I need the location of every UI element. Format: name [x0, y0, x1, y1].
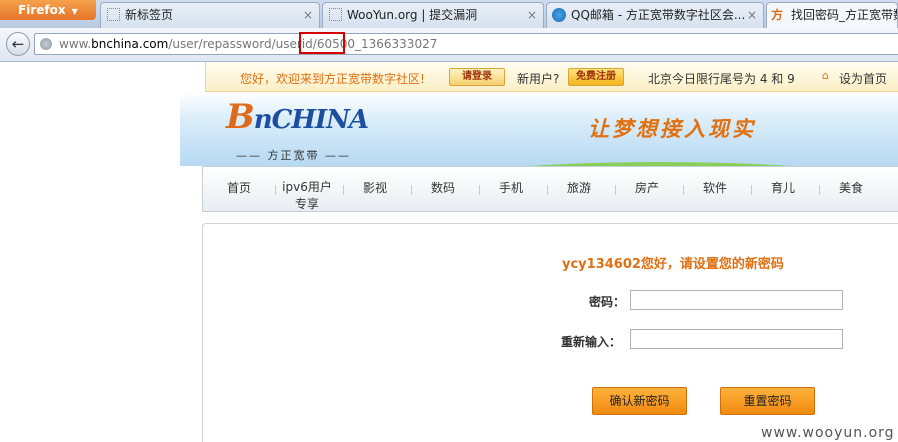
address-bar[interactable]: www.bnchina.com/user/repassword/userid/6…	[34, 33, 898, 55]
menu-item-software[interactable]: 软件	[685, 179, 745, 196]
firefox-button-label: Firefox	[18, 3, 66, 17]
menu-separator	[411, 185, 412, 195]
qq-mail-icon	[552, 8, 566, 22]
menu-item-home[interactable]: 首页	[209, 179, 269, 196]
blank-page-icon	[329, 8, 342, 21]
tab-title: 新标签页	[125, 8, 174, 22]
password-input[interactable]	[630, 290, 843, 310]
welcome-text: 您好，欢迎来到方正宽带数字社区!	[240, 72, 425, 86]
password-label: 密码：	[589, 295, 626, 309]
url-text[interactable]: www.bnchina.com/user/repassword/userid/6…	[59, 34, 437, 54]
register-button[interactable]: 免费注册	[568, 68, 624, 86]
menu-item-food[interactable]: 美食	[821, 179, 881, 196]
blank-page-icon	[107, 8, 120, 21]
globe-icon	[40, 38, 52, 50]
watermark-text: www.wooyun.org	[761, 425, 895, 441]
confirm-password-label: 重新输入：	[561, 335, 622, 349]
menu-item-video[interactable]: 影视	[345, 179, 405, 196]
menu-separator	[275, 185, 276, 195]
tab-find-password[interactable]: 方 找回密码_方正宽带数	[766, 2, 898, 28]
back-arrow-icon: ←	[11, 35, 25, 53]
menu-item-travel[interactable]: 旅游	[549, 179, 609, 196]
page-content: BnCHINA —— 方正宽带 —— 让梦想接入现实 您好，欢迎来到方正宽带数字…	[0, 62, 898, 442]
confirm-password-input[interactable]	[630, 329, 843, 349]
firefox-menu-button[interactable]: Firefox ▼	[0, 0, 96, 20]
login-button[interactable]: 请登录	[449, 68, 505, 86]
close-icon[interactable]: ×	[747, 3, 757, 27]
founder-favicon-icon: 方	[771, 8, 784, 22]
menu-item-digital[interactable]: 数码	[413, 179, 473, 196]
tab-new[interactable]: 新标签页 ×	[100, 2, 320, 28]
set-home-link[interactable]: 设为首页	[839, 70, 887, 87]
tab-title: QQ邮箱 - 方正宽带数字社区会...	[571, 8, 746, 22]
main-menu: 首页 ipv6用户专享 影视 数码 手机 旅游 房产 软件 育儿 美食	[202, 166, 898, 212]
traffic-notice: 北京今日限行尾号为 4 和 9	[648, 72, 795, 86]
top-info-strip: 您好，欢迎来到方正宽带数字社区! 请登录 新用户? 免费注册 北京今日限行尾号为…	[205, 62, 898, 92]
back-button[interactable]: ←	[6, 32, 30, 56]
url-host: bnchina.com	[91, 37, 169, 51]
menu-separator	[547, 185, 548, 195]
chevron-down-icon: ▼	[71, 7, 78, 16]
reset-password-panel: ycy134602您好，请设置您的新密码 密码： 重新输入： 确认新密码 重置密…	[202, 223, 898, 442]
form-greeting: ycy134602您好，请设置您的新密码	[562, 257, 784, 272]
close-icon[interactable]: ×	[303, 3, 313, 27]
site-logo[interactable]: BnCHINA	[226, 97, 369, 137]
menu-separator	[343, 185, 344, 195]
menu-item-realestate[interactable]: 房产	[617, 179, 677, 196]
tab-title: WooYun.org | 提交漏洞	[347, 8, 478, 22]
home-icon: ⌂	[822, 69, 829, 82]
menu-separator	[615, 185, 616, 195]
highlight-box	[299, 32, 345, 54]
tab-wooyun[interactable]: WooYun.org | 提交漏洞 ×	[322, 2, 544, 28]
menu-separator	[683, 185, 684, 195]
tab-bar: Firefox ▼ 新标签页 × WooYun.org | 提交漏洞 × QQ邮箱…	[0, 0, 898, 29]
menu-item-mobile[interactable]: 手机	[481, 179, 541, 196]
menu-separator	[479, 185, 480, 195]
tab-title: 找回密码_方正宽带数	[791, 8, 898, 22]
close-icon[interactable]: ×	[527, 3, 537, 27]
new-user-label: 新用户?	[517, 72, 560, 86]
tab-qqmail[interactable]: QQ邮箱 - 方正宽带数字社区会... ×	[546, 2, 764, 28]
menu-separator	[751, 185, 752, 195]
menu-item-parenting[interactable]: 育儿	[753, 179, 813, 196]
reset-password-button[interactable]: 重置密码	[720, 387, 815, 415]
menu-item-ipv6[interactable]: ipv6用户专享	[277, 179, 337, 213]
logo-subtitle: —— 方正宽带 ——	[236, 149, 351, 162]
site-banner: BnCHINA —— 方正宽带 —— 让梦想接入现实	[180, 92, 898, 166]
url-scheme: www.	[59, 37, 92, 51]
confirm-new-password-button[interactable]: 确认新密码	[592, 387, 687, 415]
navigation-bar: ← www.bnchina.com/user/repassword/userid…	[0, 28, 898, 62]
site-slogan: 让梦想接入现实	[588, 116, 756, 141]
menu-separator	[819, 185, 820, 195]
